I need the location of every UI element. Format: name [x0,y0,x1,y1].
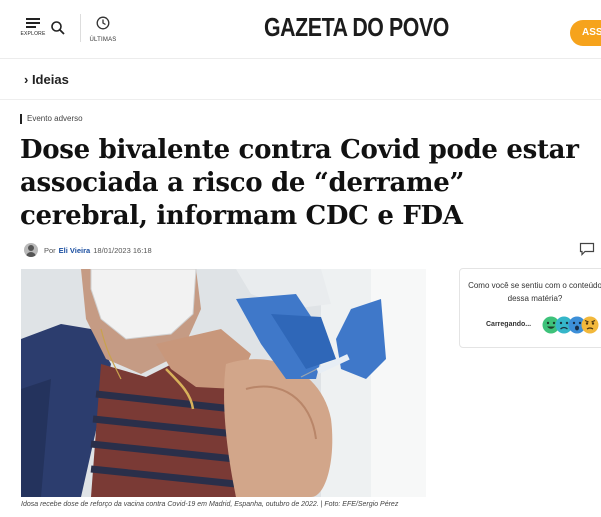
photo-caption: Idosa recebe dose de reforço da vacina c… [21,501,399,508]
top-header: EXPLORE ÚLTIMAS GAZETA DO POVO ASS [0,0,601,59]
search-button[interactable] [50,20,66,36]
author-link[interactable]: Eli Vieira [59,246,91,255]
breadcrumb-section-link[interactable]: › Ideias [24,72,69,87]
search-icon [51,21,65,35]
feedback-question: Como você se sentiu com o conteúdo dessa… [468,281,601,303]
explore-label: EXPLORE [20,31,46,37]
article-byline: Por Eli Vieira 18/01/2023 16:18 [24,242,152,258]
article-datetime: 18/01/2023 16:18 [93,245,152,255]
breadcrumb-divider [0,99,601,100]
latest-news-button[interactable]: ÚLTIMAS [88,16,118,43]
clock-icon [96,16,110,30]
comment-icon[interactable] [579,242,595,256]
angry-face-icon[interactable] [581,316,599,334]
subscribe-button[interactable]: ASS [570,20,601,46]
vaccination-illustration [21,269,426,497]
article-tag[interactable]: Evento adverso [20,114,83,124]
feedback-loading-label: Carregando... [486,321,532,328]
article-headline: Dose bivalente contra Covid pode estar a… [20,135,579,231]
article-photo [21,269,426,497]
author-avatar[interactable] [24,243,38,257]
byline-prefix: Por [44,245,56,255]
explore-menu-button[interactable]: EXPLORE [20,18,46,37]
latest-news-label: ÚLTIMAS [89,37,117,43]
feedback-widget: Como você se sentiu com o conteúdo dessa… [459,268,601,348]
site-logo[interactable]: GAZETA DO POVO [264,12,449,43]
hamburger-icon [26,18,40,28]
header-divider [80,14,81,42]
